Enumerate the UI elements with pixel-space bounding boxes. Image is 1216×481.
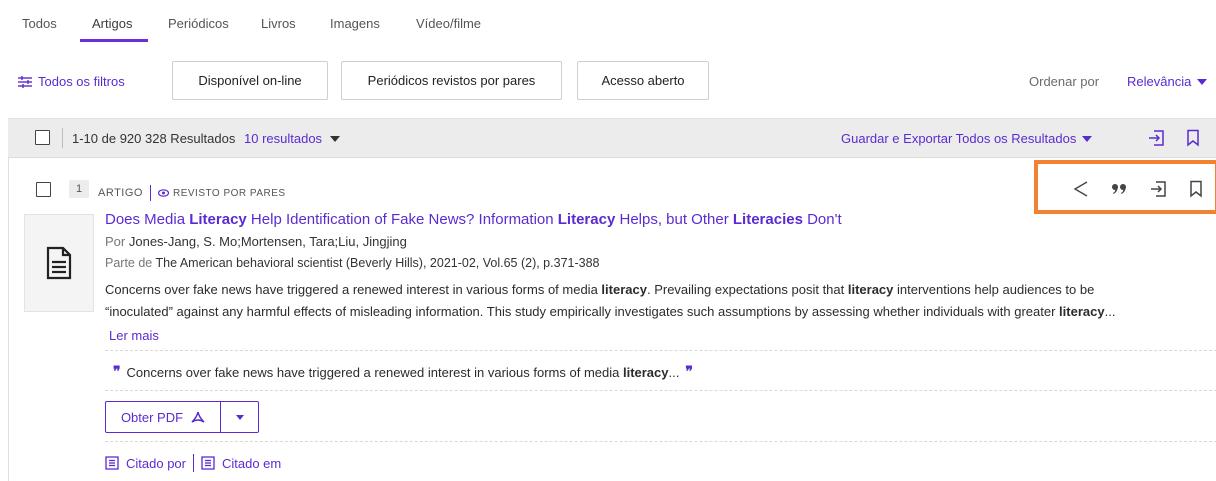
bookmark-icon[interactable] [1189,180,1203,198]
result-title[interactable]: Does Media Literacy Help Identification … [105,211,842,228]
citation-list-icon [105,456,119,470]
results-per-page-dropdown[interactable]: 10 resultados [244,131,341,146]
export-icon[interactable] [1148,129,1166,147]
title-segment-highlight: Literacy [189,211,247,228]
share-icon[interactable] [1072,180,1090,198]
citation-list-icon [201,456,215,470]
authors-list[interactable]: Jones-Jang, S. Mo;Mortensen, Tara;Liu, J… [129,234,407,249]
result-type: ARTIGO [98,187,143,199]
part-of-prefix: Parte de [105,256,153,270]
result-checkbox[interactable] [36,182,51,197]
results-toolbar: 1-10 de 920 328 Resultados 10 resultados… [8,118,1216,158]
result-type-row: ARTIGO REVISTO POR PARES [98,185,286,201]
select-all-checkbox[interactable] [35,130,50,145]
results-per-page-value: 10 resultados [244,131,323,146]
cited-in-link[interactable]: Citado em [222,456,281,471]
result-source: Parte de The American behavioral scienti… [105,256,600,270]
abstract-highlight: literacy [601,282,647,297]
title-segment: Help Identification of Fake News? Inform… [246,211,558,228]
tab-todos[interactable]: Todos [22,16,57,31]
export-icon[interactable] [1150,180,1168,198]
chevron-down-icon [330,135,341,142]
citation-links: Citado por Citado em [105,454,281,472]
pdf-icon [191,411,205,424]
filter-peer-reviewed-chip[interactable]: Periódicos revistos por pares [341,61,562,100]
get-pdf-button[interactable]: Obter PDF [106,402,221,432]
results-count: 1-10 de 920 328 Resultados [72,131,236,146]
all-filters-label: Todos os filtros [38,74,125,89]
tab-video[interactable]: Vídeo/filme [416,16,481,31]
snippet-segment: Concerns over fake news have triggered a… [126,364,623,380]
title-segment: Helps, but Other [615,211,733,228]
peer-reviewed-badge: REVISTO POR PARES [157,187,286,199]
document-thumbnail[interactable] [24,214,94,312]
abstract-highlight: literacy [847,282,894,297]
result-number: 1 [69,180,89,198]
eye-icon [157,189,169,197]
filter-open-access-chip[interactable]: Acesso aberto [577,61,709,100]
filter-sliders-icon [18,75,32,88]
tab-imagens[interactable]: Imagens [330,16,380,31]
abstract-segment: . Prevailing expectations posit that [646,282,848,297]
divider [149,185,151,201]
tab-bar: Todos Artigos Periódicos Livros Imagens … [0,0,1216,46]
abstract-segment: interventions help audiences to be [893,282,1095,297]
snippet-highlight: literacy [622,364,669,380]
divider [105,390,1216,391]
document-icon [46,246,72,280]
title-segment-highlight: Literacy [557,211,616,228]
abstract-line: Concerns over fake news have triggered a… [105,279,1207,301]
filter-bar: Todos os filtros Disponível on-line Peri… [0,60,1216,102]
result-snippet: ❞ Concerns over fake news have triggered… [113,364,693,380]
read-more-link[interactable]: Ler mais [109,328,159,343]
abstract-segment: “inoculated” against any harmful effects… [105,304,1060,319]
abstract-highlight: literacy [1059,304,1105,319]
cited-by-link[interactable]: Citado por [126,456,186,471]
peer-reviewed-label: REVISTO POR PARES [172,187,286,199]
tab-periodicos[interactable]: Periódicos [168,16,229,31]
cite-icon[interactable] [1111,182,1129,196]
get-pdf-split-button: Obter PDF [105,401,259,433]
result-authors: Por Jones-Jang, S. Mo;Mortensen, Tara;Li… [105,234,407,249]
divider [105,350,1216,351]
title-segment: Does Media [105,211,190,228]
result-card: 1 ARTIGO REVISTO POR PARES Does Media Li… [8,158,1216,481]
all-filters-button[interactable]: Todos os filtros [18,74,125,89]
authors-prefix: Por [105,234,126,249]
snippet-text: Concerns over fake news have triggered a… [127,365,680,380]
abstract-segment: Concerns over fake news have triggered a… [105,282,602,297]
save-export-all-dropdown[interactable]: Guardar e Exportar Todos os Resultados [841,131,1093,146]
tab-artigos[interactable]: Artigos [92,16,132,31]
sort-value: Relevância [1127,74,1192,89]
sort-label: Ordenar por [1029,74,1100,89]
abstract-segment: ... [1104,304,1116,319]
quote-close-icon: ❞ [685,364,693,380]
result-abstract: Concerns over fake news have triggered a… [105,279,1207,323]
chevron-down-icon [1082,135,1093,142]
save-export-all-label: Guardar e Exportar Todos os Resultados [841,131,1077,146]
chevron-down-icon [235,414,244,420]
result-actions [1072,180,1203,198]
title-segment: Don't [802,211,842,228]
bookmark-icon[interactable] [1186,129,1200,147]
divider [105,441,1216,442]
tab-livros[interactable]: Livros [261,16,296,31]
chevron-down-icon [1197,78,1208,85]
part-of-value: The American behavioral scientist (Bever… [155,256,600,270]
pdf-options-button[interactable] [221,414,258,420]
sort-dropdown[interactable]: Relevância [1127,74,1208,89]
filter-online-chip[interactable]: Disponível on-line [172,61,328,100]
quote-open-icon: ❞ [113,364,121,380]
get-pdf-label: Obter PDF [120,409,184,425]
snippet-segment: ... [668,364,680,380]
active-tab-indicator [80,39,148,42]
divider [62,128,63,148]
divider [192,454,194,472]
title-segment-highlight: Literacies [732,211,803,228]
abstract-line: “inoculated” against any harmful effects… [105,301,1207,323]
